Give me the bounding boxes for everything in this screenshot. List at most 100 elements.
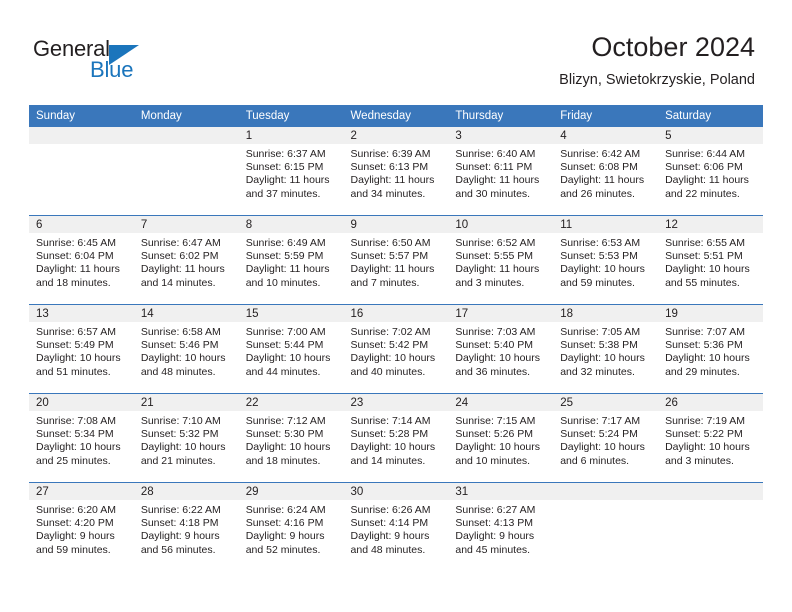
calendar-week-row: 20 Sunrise: 7:08 AM Sunset: 5:34 PM Dayligh… xyxy=(29,393,763,483)
daylight-text: Daylight: 9 hours and 48 minutes. xyxy=(350,530,430,556)
calendar-day-cell[interactable]: 19 Sunrise: 7:07 AM Sunset: 5:36 PM Dayligh… xyxy=(658,304,763,394)
calendar-day-cell[interactable]: 17 Sunrise: 7:03 AM Sunset: 5:40 PM Dayligh… xyxy=(448,304,554,394)
weekday-header-monday: Monday xyxy=(133,105,239,127)
calendar-week-row: 1 Sunrise: 6:37 AM Sunset: 6:15 PM Daylight… xyxy=(29,127,763,216)
day-number: 8 xyxy=(238,216,344,233)
sunset-text: Sunset: 5:57 PM xyxy=(350,250,429,263)
calendar-day-cell[interactable]: 29 Sunrise: 6:24 AM Sunset: 4:16 PM Dayligh… xyxy=(238,482,344,571)
calendar-day-cell[interactable]: 8 Sunrise: 6:49 AM Sunset: 5:59 PM Daylight… xyxy=(238,215,344,305)
daylight-text: Daylight: 10 hours and 3 minutes. xyxy=(665,441,750,467)
sunset-text: Sunset: 4:13 PM xyxy=(455,517,534,530)
calendar-day-cell[interactable]: 2 Sunrise: 6:39 AM Sunset: 6:13 PM Daylight… xyxy=(343,127,449,216)
sunrise-text: Sunrise: 6:27 AM xyxy=(455,504,536,516)
calendar-day-cell[interactable]: 10 Sunrise: 6:52 AM Sunset: 5:55 PM Dayligh… xyxy=(448,215,554,305)
weekday-header-saturday: Saturday xyxy=(658,105,763,127)
sunrise-text: Sunrise: 6:42 AM xyxy=(560,148,641,160)
sunset-text: Sunset: 4:16 PM xyxy=(245,517,324,530)
daylight-text: Daylight: 10 hours and 40 minutes. xyxy=(350,352,436,378)
day-number: 18 xyxy=(553,305,659,322)
sunrise-text: Sunrise: 7:17 AM xyxy=(560,415,641,427)
day-number: 17 xyxy=(448,305,554,322)
calendar-page: General Blue October 2024 Blizyn, Swieto… xyxy=(0,0,792,612)
sunset-text: Sunset: 5:55 PM xyxy=(455,250,534,263)
daylight-text: Daylight: 10 hours and 48 minutes. xyxy=(140,352,226,378)
page-title: October 2024 xyxy=(591,32,755,62)
day-number: 25 xyxy=(553,394,659,411)
weekday-header-sunday: Sunday xyxy=(29,105,134,127)
calendar-day-cell[interactable]: 12 Sunrise: 6:55 AM Sunset: 5:51 PM Dayligh… xyxy=(658,215,763,305)
day-details: Sunrise: 6:39 AM Sunset: 6:13 PM Daylight:… xyxy=(344,144,449,201)
calendar-day-cell[interactable]: 14 Sunrise: 6:58 AM Sunset: 5:46 PM Dayligh… xyxy=(133,304,239,394)
daylight-text: Daylight: 11 hours and 7 minutes. xyxy=(350,263,435,289)
day-details: Sunrise: 6:37 AM Sunset: 6:15 PM Daylight:… xyxy=(239,144,344,201)
calendar-day-cell[interactable]: 3 Sunrise: 6:40 AM Sunset: 6:11 PM Daylight… xyxy=(448,127,554,216)
calendar-day-cell[interactable]: 6 Sunrise: 6:45 AM Sunset: 6:04 PM Daylight… xyxy=(29,215,134,305)
calendar-day-cell[interactable]: 11 Sunrise: 6:53 AM Sunset: 5:53 PM Dayligh… xyxy=(553,215,659,305)
weekday-header-wednesday: Wednesday xyxy=(343,105,449,127)
calendar-day-cell[interactable]: 24 Sunrise: 7:15 AM Sunset: 5:26 PM Dayligh… xyxy=(448,393,554,483)
daylight-text: Daylight: 11 hours and 18 minutes. xyxy=(36,263,120,289)
sunrise-text: Sunrise: 7:03 AM xyxy=(455,326,536,338)
calendar-week-row: 27 Sunrise: 6:20 AM Sunset: 4:20 PM Dayligh… xyxy=(29,482,763,571)
calendar-day-cell[interactable]: 5 Sunrise: 6:44 AM Sunset: 6:06 PM Daylight… xyxy=(658,127,763,216)
day-details: Sunrise: 6:52 AM Sunset: 5:55 PM Daylight:… xyxy=(448,233,553,290)
calendar-day-cell[interactable]: 7 Sunrise: 6:47 AM Sunset: 6:02 PM Daylight… xyxy=(133,215,239,305)
sunrise-text: Sunrise: 7:05 AM xyxy=(560,326,641,338)
day-details: Sunrise: 7:10 AM Sunset: 5:32 PM Daylight:… xyxy=(134,411,239,468)
sunset-text: Sunset: 6:02 PM xyxy=(140,250,219,263)
daylight-text: Daylight: 9 hours and 56 minutes. xyxy=(140,530,220,556)
sunset-text: Sunset: 5:32 PM xyxy=(140,428,219,441)
day-number: 28 xyxy=(133,483,239,500)
sunset-text: Sunset: 5:38 PM xyxy=(560,339,638,352)
calendar-day-cell[interactable]: 22 Sunrise: 7:12 AM Sunset: 5:30 PM Dayligh… xyxy=(238,393,344,483)
calendar-day-cell[interactable]: 16 Sunrise: 7:02 AM Sunset: 5:42 PM Dayligh… xyxy=(343,304,449,394)
calendar-day-cell[interactable]: 28 Sunrise: 6:22 AM Sunset: 4:18 PM Dayligh… xyxy=(133,482,239,571)
calendar-day-cell[interactable]: 18 Sunrise: 7:05 AM Sunset: 5:38 PM Dayligh… xyxy=(553,304,659,394)
calendar-day-cell[interactable]: 4 Sunrise: 6:42 AM Sunset: 6:08 PM Daylight… xyxy=(553,127,659,216)
daylight-text: Daylight: 11 hours and 34 minutes. xyxy=(350,174,435,200)
sunrise-text: Sunrise: 6:26 AM xyxy=(350,504,431,516)
calendar-day-cell[interactable]: 23 Sunrise: 7:14 AM Sunset: 5:28 PM Dayligh… xyxy=(343,393,449,483)
calendar-day-cell[interactable]: 13 Sunrise: 6:57 AM Sunset: 5:49 PM Dayligh… xyxy=(29,304,134,394)
day-number: 27 xyxy=(29,483,134,500)
calendar-day-cell[interactable]: 9 Sunrise: 6:50 AM Sunset: 5:57 PM Daylight… xyxy=(343,215,449,305)
calendar-day-cell[interactable]: 1 Sunrise: 6:37 AM Sunset: 6:15 PM Daylight… xyxy=(238,127,344,216)
day-details: Sunrise: 7:03 AM Sunset: 5:40 PM Daylight:… xyxy=(448,322,553,379)
calendar-day-cell[interactable]: 20 Sunrise: 7:08 AM Sunset: 5:34 PM Dayligh… xyxy=(29,393,134,483)
calendar-day-cell[interactable]: 25 Sunrise: 7:17 AM Sunset: 5:24 PM Dayligh… xyxy=(553,393,659,483)
calendar-day-cell-empty xyxy=(133,127,239,216)
day-details: Sunrise: 6:26 AM Sunset: 4:14 PM Daylight:… xyxy=(344,500,449,557)
day-details: Sunrise: 7:12 AM Sunset: 5:30 PM Daylight:… xyxy=(239,411,344,468)
day-number: 7 xyxy=(133,216,239,233)
day-details: Sunrise: 6:44 AM Sunset: 6:06 PM Daylight:… xyxy=(658,144,763,201)
weekday-header-friday: Friday xyxy=(553,105,659,127)
calendar-day-cell[interactable]: 31 Sunrise: 6:27 AM Sunset: 4:13 PM Dayligh… xyxy=(448,482,554,571)
sunset-text: Sunset: 4:14 PM xyxy=(350,517,429,530)
sunset-text: Sunset: 6:13 PM xyxy=(350,161,429,174)
calendar-day-cell[interactable]: 27 Sunrise: 6:20 AM Sunset: 4:20 PM Dayligh… xyxy=(29,482,134,571)
sunrise-text: Sunrise: 7:02 AM xyxy=(350,326,431,338)
sunset-text: Sunset: 5:26 PM xyxy=(455,428,534,441)
day-number: 3 xyxy=(448,127,554,144)
sunrise-text: Sunrise: 6:37 AM xyxy=(245,148,326,160)
day-details: Sunrise: 6:47 AM Sunset: 6:02 PM Daylight:… xyxy=(134,233,239,290)
day-details: Sunrise: 6:58 AM Sunset: 5:46 PM Daylight:… xyxy=(134,322,239,379)
calendar-day-cell[interactable]: 21 Sunrise: 7:10 AM Sunset: 5:32 PM Dayligh… xyxy=(133,393,239,483)
sunrise-text: Sunrise: 6:22 AM xyxy=(140,504,221,516)
day-details: Sunrise: 7:05 AM Sunset: 5:38 PM Daylight:… xyxy=(553,322,658,379)
daylight-text: Daylight: 11 hours and 26 minutes. xyxy=(560,174,645,200)
day-number: 11 xyxy=(553,216,659,233)
daylight-text: Daylight: 10 hours and 21 minutes. xyxy=(140,441,226,467)
sunset-text: Sunset: 5:42 PM xyxy=(350,339,429,352)
calendar-header-row: Sunday Monday Tuesday Wednesday Thursday… xyxy=(29,105,763,127)
calendar-day-cell[interactable]: 30 Sunrise: 6:26 AM Sunset: 4:14 PM Dayligh… xyxy=(343,482,449,571)
sunrise-text: Sunrise: 6:44 AM xyxy=(665,148,746,160)
day-details: Sunrise: 6:45 AM Sunset: 6:04 PM Daylight:… xyxy=(29,233,134,290)
calendar-day-cell[interactable]: 26 Sunrise: 7:19 AM Sunset: 5:22 PM Dayligh… xyxy=(658,393,763,483)
day-details: Sunrise: 6:40 AM Sunset: 6:11 PM Daylight:… xyxy=(448,144,553,201)
sunset-text: Sunset: 5:40 PM xyxy=(455,339,534,352)
sunset-text: Sunset: 5:49 PM xyxy=(36,339,114,352)
daylight-text: Daylight: 11 hours and 30 minutes. xyxy=(455,174,540,200)
sunset-text: Sunset: 6:06 PM xyxy=(665,161,743,174)
calendar-day-cell[interactable]: 15 Sunrise: 7:00 AM Sunset: 5:44 PM Dayligh… xyxy=(238,304,344,394)
